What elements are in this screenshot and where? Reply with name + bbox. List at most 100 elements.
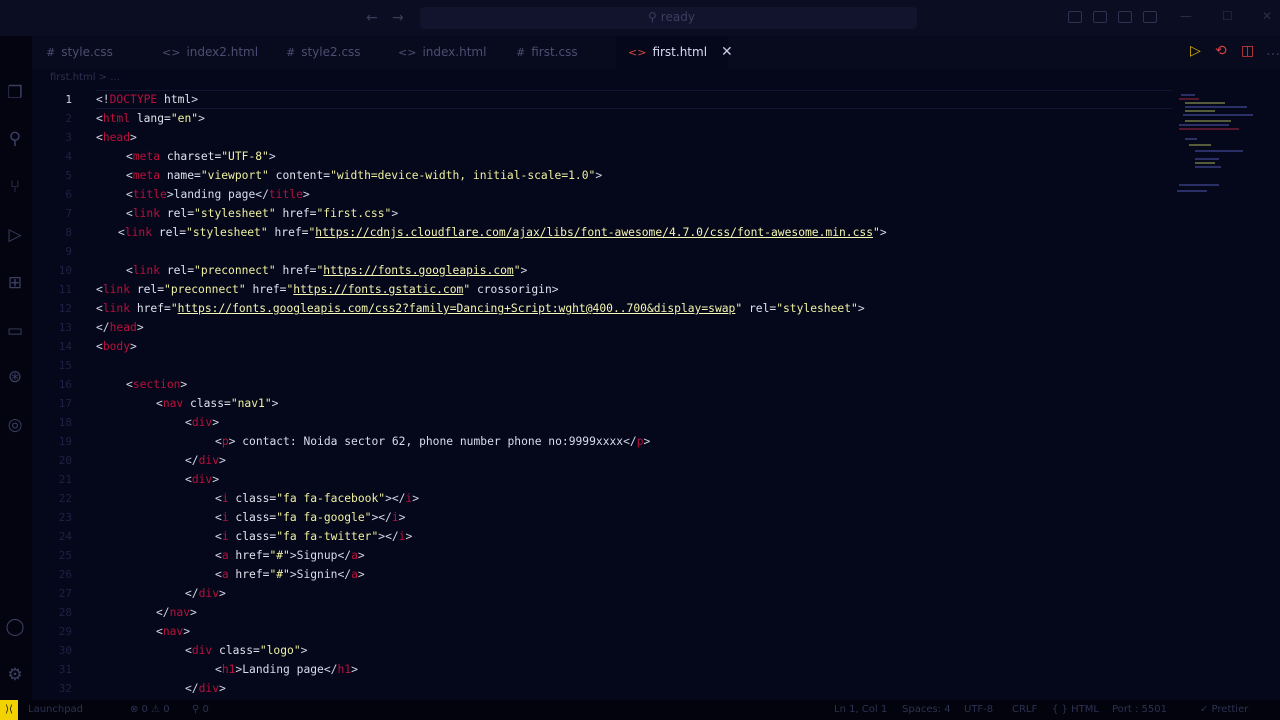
source-control-icon[interactable]: ⑂ [4,176,26,198]
command-center-search[interactable]: ⚲ ready [420,7,917,29]
tab-label: first.html [652,45,708,59]
code-line: </div> [185,587,226,600]
line-number: 3 [65,131,72,144]
line-number: 21 [58,473,72,486]
status-launchpad[interactable]: Launchpad [28,704,83,715]
line-number: 23 [58,511,72,524]
breadcrumb[interactable]: first.html > ... [50,72,120,83]
split-editor-icon[interactable]: ◫ [1241,43,1254,59]
settings-gear-icon[interactable]: ⚙ [4,664,26,686]
arrow-right-icon[interactable]: → [392,10,404,26]
code-line: <meta name="viewport" content="width=dev… [126,169,603,182]
status-bar: ⟩⟨ Launchpad ⊗ 0 ⚠ 0 ⚲ 0 Ln 1, Col 1 Spa… [0,700,1280,720]
status-go-live-port[interactable]: Port : 5501 [1112,704,1167,715]
tab-style-css[interactable]: # style.css [46,36,113,69]
tab-label: index2.html [186,45,259,59]
toggle-secondary-sidebar-icon[interactable] [1118,11,1132,23]
search-icon: ⚲ [648,10,657,24]
folder-icon[interactable]: ▭ [4,320,26,342]
minimap-line [1181,94,1195,96]
go-live-icon[interactable]: ⟲ [1215,43,1227,59]
minimize-icon[interactable]: — [1180,9,1192,23]
minimap-line [1185,138,1197,140]
tab-label: style2.css [301,45,361,59]
tab-first-html[interactable]: <> first.html ✕ [616,36,733,69]
line-number: 27 [58,587,72,600]
minimap[interactable] [1175,90,1265,210]
status-problems[interactable]: ⊗ 0 ⚠ 0 [130,704,170,715]
tab-label: index.html [422,45,487,59]
code-editor[interactable]: 1 2 3 4 5 6 7 8 9 10 11 12 13 14 15 16 1… [32,90,1172,700]
code-line: <head> [96,131,137,144]
line-number: 17 [58,397,72,410]
maximize-icon[interactable]: ☐ [1222,9,1233,23]
code-line: <link rel="stylesheet" href="https://cdn… [118,226,887,239]
minimap-line [1185,102,1225,104]
line-number: 14 [58,340,72,353]
remote-explorer-icon[interactable]: ⊛ [4,366,26,388]
tab-style2-css[interactable]: # style2.css [286,36,361,69]
line-number: 31 [58,663,72,676]
line-number: 10 [58,264,72,277]
minimap-line [1195,158,1219,160]
code-line: <div class="logo"> [185,644,308,657]
line-number: 28 [58,606,72,619]
close-window-icon[interactable]: ✕ [1262,9,1272,23]
account-icon[interactable]: ◯ [4,616,26,638]
extensions-icon[interactable]: ⊞ [4,272,26,294]
line-number: 6 [65,188,72,201]
status-ports[interactable]: ⚲ 0 [192,704,209,715]
customize-layout-icon[interactable] [1143,11,1157,23]
code-line: <!DOCTYPE html> [96,93,199,106]
status-prettier[interactable]: ✓ Prettier [1200,704,1248,715]
line-number: 24 [58,530,72,543]
code-line: <h1>Landing page</h1> [215,663,358,676]
css-file-icon: # [286,46,296,59]
line-number: 16 [58,378,72,391]
close-tab-icon[interactable]: ✕ [721,44,733,60]
toggle-panel-icon[interactable] [1093,11,1107,23]
tab-index2-html[interactable]: <> index2.html [162,36,258,69]
live-share-icon[interactable]: ◎ [4,414,26,436]
code-line: <div> [185,416,220,429]
toggle-sidebar-icon[interactable] [1068,11,1082,23]
more-actions-icon[interactable]: … [1266,43,1280,59]
line-number: 1 [65,93,72,106]
code-line: <title>landing page</title> [126,188,310,201]
code-line: </nav> [156,606,197,619]
code-line: <link rel="preconnect" href="https://fon… [96,283,559,296]
current-line-highlight [96,90,1172,109]
code-line: <link rel="preconnect" href="https://fon… [126,264,528,277]
remote-indicator-icon[interactable]: ⟩⟨ [0,700,18,720]
code-line: </div> [185,454,226,467]
code-line: <div> [185,473,220,486]
search-view-icon[interactable]: ⚲ [4,128,26,150]
tab-first-css[interactable]: # first.css [516,36,578,69]
tab-index-html[interactable]: <> index.html [398,36,486,69]
explorer-icon[interactable]: ❐ [4,82,26,104]
minimap-line [1185,106,1247,108]
line-number: 18 [58,416,72,429]
code-line: <i class="fa fa-twitter"></i> [215,530,413,543]
arrow-left-icon[interactable]: ← [366,10,378,26]
status-language[interactable]: { } HTML [1052,704,1099,715]
link-url[interactable]: https://fonts.googleapis.com/css2?family… [178,302,736,315]
run-icon[interactable]: ▷ [1190,43,1201,59]
link-url[interactable]: https://fonts.gstatic.com [293,283,463,296]
status-indentation[interactable]: Spaces: 4 [902,704,951,715]
line-number: 7 [65,207,72,220]
code-line: <link href="https://fonts.googleapis.com… [96,302,865,315]
tab-label: first.css [531,45,578,59]
status-encoding[interactable]: UTF-8 [964,704,993,715]
html-file-icon: <> [398,46,417,59]
tab-label: style.css [61,45,113,59]
line-number: 25 [58,549,72,562]
line-number: 5 [65,169,72,182]
link-url[interactable]: https://cdnjs.cloudflare.com/ajax/libs/f… [315,226,873,239]
run-debug-icon[interactable]: ▷ [4,224,26,246]
minimap-line [1179,124,1229,126]
link-url[interactable]: https://fonts.googleapis.com [323,264,513,277]
code-line: <link rel="stylesheet" href="first.css"> [126,207,399,220]
status-eol[interactable]: CRLF [1012,704,1037,715]
status-cursor-position[interactable]: Ln 1, Col 1 [834,704,887,715]
